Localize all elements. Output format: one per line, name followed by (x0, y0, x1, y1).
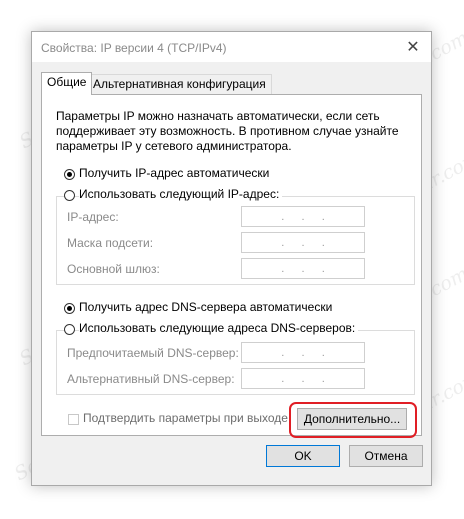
close-button[interactable]: ✕ (395, 32, 431, 62)
description-text: Параметры IP можно назначать автоматичес… (56, 109, 399, 153)
tab-alternate-label: Альтернативная конфигурация (93, 77, 266, 91)
advanced-button[interactable]: Дополнительно... (297, 408, 407, 430)
dns-manual-label[interactable]: Использовать следующие адреса DNS-сервер… (79, 321, 359, 335)
dns-auto-label[interactable]: Получить адрес DNS-сервера автоматически (79, 300, 332, 314)
default-gateway-label: Основной шлюз: (67, 262, 160, 276)
advanced-button-label: Дополнительно... (303, 412, 401, 426)
tab-alternate-configuration[interactable]: Альтернативная конфигурация (87, 74, 272, 94)
close-icon: ✕ (406, 39, 420, 56)
ip-address-field: ... (241, 206, 365, 227)
validate-settings-checkbox (68, 414, 79, 425)
ok-button[interactable]: OK (266, 445, 340, 467)
preferred-dns-field: ... (241, 342, 365, 363)
tab-general[interactable]: Общие (41, 72, 93, 95)
preferred-dns-label: Предпочитаемый DNS-сервер: (67, 346, 239, 360)
title-bar[interactable]: Свойства: IP версии 4 (TCP/IPv4) ✕ (32, 32, 431, 62)
subnet-mask-label: Маска подсети: (67, 236, 154, 250)
cancel-button-label: Отмена (364, 449, 408, 463)
ip-manual-radio[interactable] (64, 190, 75, 201)
ip-address-label: IP-адрес: (67, 210, 119, 224)
ip-auto-radio[interactable] (64, 169, 75, 180)
alternate-dns-field: ... (241, 368, 365, 389)
validate-settings-label: Подтвердить параметры при выходе (83, 411, 288, 425)
alternate-dns-label: Альтернативный DNS-сервер: (67, 372, 235, 386)
subnet-mask-field: ... (241, 232, 365, 253)
ip-manual-label[interactable]: Использовать следующий IP-адрес: (79, 187, 283, 201)
cancel-button[interactable]: Отмена (349, 445, 423, 467)
tab-general-label: Общие (47, 75, 87, 89)
dns-auto-radio[interactable] (64, 303, 75, 314)
general-tab-panel: Параметры IP можно назначать автоматичес… (41, 94, 422, 438)
ip-auto-label[interactable]: Получить IP-адрес автоматически (79, 166, 269, 180)
window-title: Свойства: IP версии 4 (TCP/IPv4) (41, 41, 227, 55)
default-gateway-field: ... (241, 258, 365, 279)
tcpipv4-properties-dialog: Свойства: IP версии 4 (TCP/IPv4) ✕ Общие… (31, 31, 432, 486)
ok-button-label: OK (294, 449, 312, 463)
dns-manual-radio[interactable] (64, 324, 75, 335)
